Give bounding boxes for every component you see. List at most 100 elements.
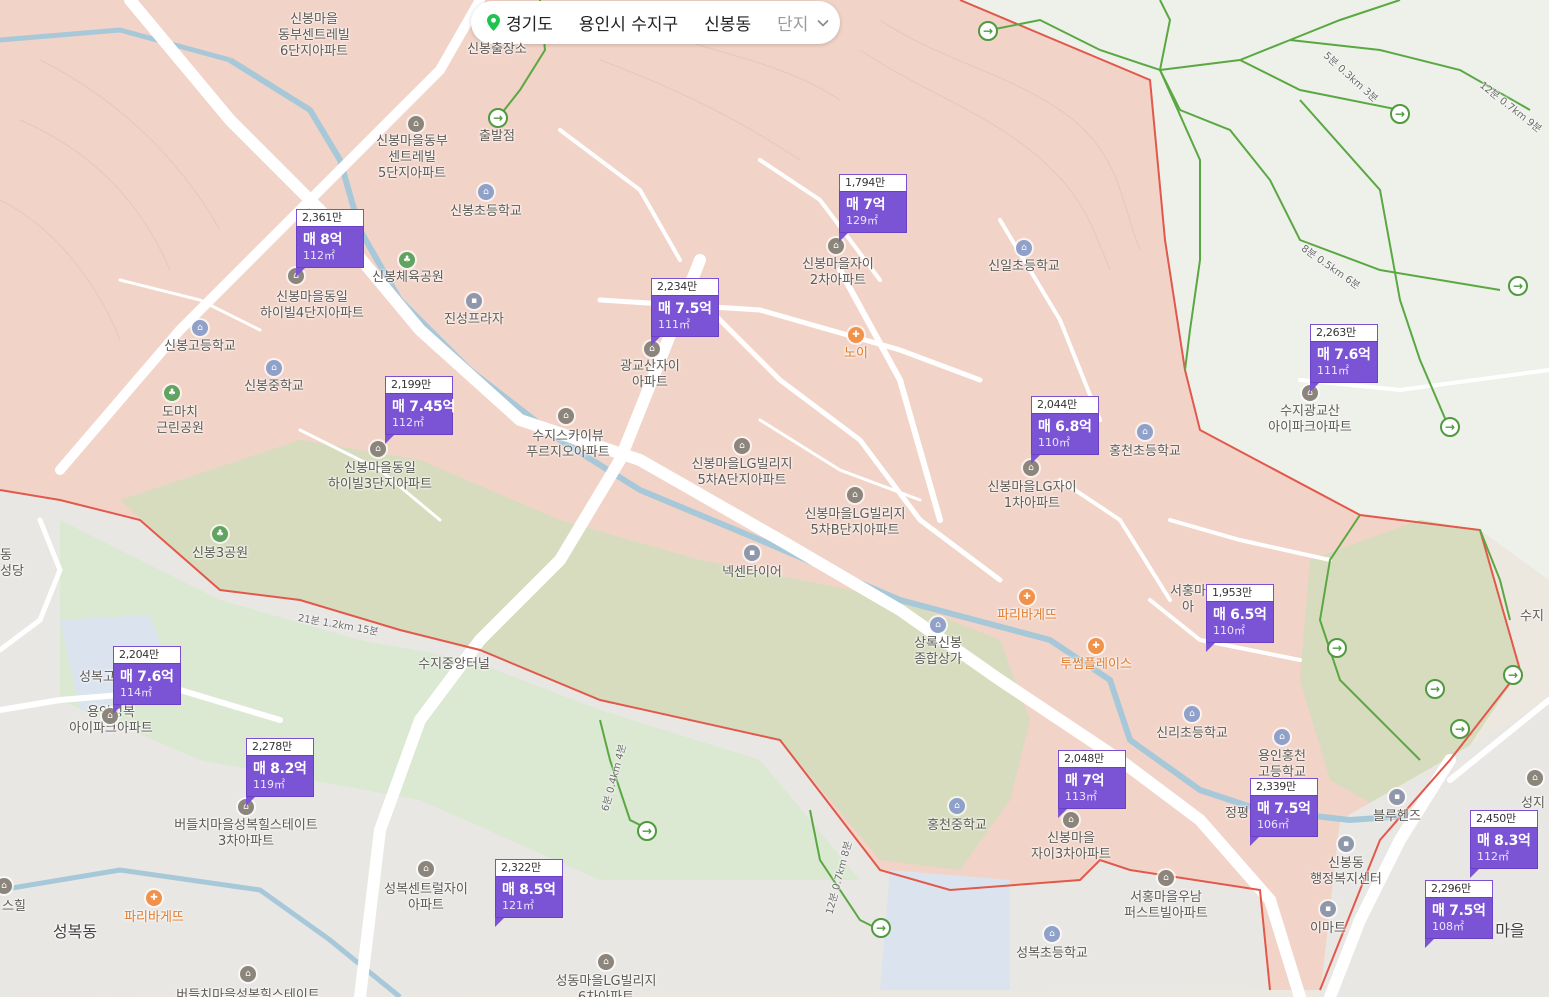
school-icon[interactable]: ⌂ <box>1274 729 1290 745</box>
apartment-icon[interactable]: ⌂ <box>598 954 614 970</box>
map-label[interactable]: 상록신봉 종합상가 <box>914 636 962 668</box>
map-label[interactable]: 신봉마을LG자이 1차아파트 <box>987 480 1076 512</box>
building-icon[interactable]: ▪ <box>1389 789 1405 805</box>
map-label[interactable]: 서홍마을우남 퍼스트빌아파트 <box>1124 890 1208 922</box>
park-icon[interactable]: ♣ <box>399 252 415 268</box>
map-label[interactable]: 진성프라자 <box>444 312 504 328</box>
map-label[interactable]: 신봉마을LG빌리지 5차A단지아파트 <box>691 457 792 489</box>
breadcrumb-level[interactable]: 단지 <box>777 10 808 35</box>
trail-direction-arrow-icon[interactable]: → <box>1425 679 1445 699</box>
restaurant-icon[interactable]: ✚ <box>848 327 864 343</box>
school-icon[interactable]: ⌂ <box>949 798 965 814</box>
apartment-icon[interactable]: ⌂ <box>1158 870 1174 886</box>
apartment-icon[interactable]: ⌂ <box>558 408 574 424</box>
map-label[interactable]: 스힐 <box>2 899 26 915</box>
school-icon[interactable]: ⌂ <box>266 360 282 376</box>
map-label[interactable]: 신봉고등학교 <box>164 339 236 355</box>
school-icon[interactable]: ⌂ <box>1184 706 1200 722</box>
price-marker[interactable]: 1,953만 매 6.5억 110㎡ <box>1206 584 1274 652</box>
map-label[interactable]: 신봉마을 자이3차아파트 <box>1031 831 1111 863</box>
price-marker[interactable]: 2,361만 매 8억 112㎡ <box>296 209 364 277</box>
map-label[interactable]: 도마치 근린공원 <box>156 405 204 437</box>
map-label[interactable]: 신일초등학교 <box>988 259 1060 275</box>
restaurant-icon[interactable]: ✚ <box>146 890 162 906</box>
map-label[interactable]: 수지광교산 아이파크아파트 <box>1268 404 1352 436</box>
chevron-down-icon[interactable] <box>816 16 830 30</box>
map-label[interactable]: 버들치마을성복힐스테이트 3차아파트 <box>174 818 318 850</box>
map-label[interactable]: 파리바게뜨 <box>124 910 184 926</box>
map-label[interactable]: 성복동 <box>53 924 97 940</box>
trail-direction-arrow-icon[interactable]: → <box>1440 417 1460 437</box>
price-marker[interactable]: 2,339만 매 7.5억 106㎡ <box>1250 778 1318 846</box>
price-marker[interactable]: 2,048만 매 7억 113㎡ <box>1058 750 1126 818</box>
breadcrumb-city[interactable]: 용인시 수지구 <box>579 10 678 35</box>
building-icon[interactable]: ▪ <box>1320 901 1336 917</box>
price-marker[interactable]: 2,296만 매 7.5억 108㎡ <box>1425 880 1493 948</box>
map-label[interactable]: 신봉마을동일 하이빌4단지아파트 <box>260 290 364 322</box>
map-label[interactable]: 광교산자이 아파트 <box>620 359 680 391</box>
map-label[interactable]: 수지 <box>1520 609 1544 625</box>
trail-direction-arrow-icon[interactable]: → <box>1450 719 1470 739</box>
school-icon[interactable]: ⌂ <box>1044 926 1060 942</box>
apartment-icon[interactable]: ⌂ <box>408 116 424 132</box>
trail-direction-arrow-icon[interactable]: → <box>1503 665 1523 685</box>
school-icon[interactable]: ⌂ <box>930 617 946 633</box>
map-label[interactable]: 수지스카이뷰 푸르지오아파트 <box>526 429 610 461</box>
apartment-icon[interactable]: ⌂ <box>370 441 386 457</box>
map-label[interactable]: 신봉초등학교 <box>450 204 522 220</box>
price-marker[interactable]: 2,278만 매 8.2억 119㎡ <box>246 738 314 806</box>
map-label[interactable]: 신봉마을동부 센트레빌 5단지아파트 <box>376 134 448 182</box>
map-label[interactable]: 신봉마을자이 2차아파트 <box>802 257 874 289</box>
price-marker[interactable]: 2,044만 매 6.8억 110㎡ <box>1031 396 1099 464</box>
building-icon[interactable]: ▪ <box>744 545 760 561</box>
map-label[interactable]: 성복초등학교 <box>1016 946 1088 962</box>
school-icon[interactable]: ⌂ <box>1016 240 1032 256</box>
trail-direction-arrow-icon[interactable]: → <box>1327 638 1347 658</box>
map-label[interactable]: 홍천초등학교 <box>1109 444 1181 460</box>
map-label[interactable]: 파리바게뜨 <box>997 608 1057 624</box>
breadcrumb-province[interactable]: 경기도 <box>487 10 553 35</box>
map-label[interactable]: 서홍마 아 <box>1170 584 1206 616</box>
school-icon[interactable]: ⌂ <box>1137 424 1153 440</box>
map-label[interactable]: 신봉3공원 <box>192 546 248 562</box>
restaurant-icon[interactable]: ✚ <box>1088 638 1104 654</box>
price-marker[interactable]: 2,234만 매 7.5억 111㎡ <box>651 278 719 346</box>
map-label[interactable]: 신봉마을LG빌리지 5차B단지아파트 <box>804 507 905 539</box>
school-icon[interactable]: ⌂ <box>478 184 494 200</box>
building-icon[interactable]: ▪ <box>466 293 482 309</box>
trail-direction-arrow-icon[interactable]: → <box>1390 104 1410 124</box>
price-marker[interactable]: 2,199만 매 7.45억 112㎡ <box>385 376 455 444</box>
apartment-icon[interactable]: ⌂ <box>418 861 434 877</box>
apartment-icon[interactable]: ⌂ <box>240 966 256 982</box>
breadcrumb-dong[interactable]: 신봉동 <box>704 10 751 35</box>
map-label[interactable]: 신봉중학교 <box>244 379 304 395</box>
trail-direction-arrow-icon[interactable]: → <box>1508 276 1528 296</box>
price-marker[interactable]: 2,204만 매 7.6억 114㎡ <box>113 646 181 714</box>
map-label[interactable]: 신봉마을동일 하이빌3단지아파트 <box>328 461 432 493</box>
map-label[interactable]: 용인홍천 고등학교 <box>1258 749 1306 781</box>
trail-direction-arrow-icon[interactable]: → <box>871 918 891 938</box>
map-label[interactable]: 신봉출장소 <box>467 42 527 58</box>
park-icon[interactable]: ♣ <box>164 385 180 401</box>
price-marker[interactable]: 2,263만 매 7.6억 111㎡ <box>1310 324 1378 392</box>
trail-direction-arrow-icon[interactable]: → <box>978 21 998 41</box>
map-label[interactable]: 신봉동 행정복지센터 <box>1310 856 1382 888</box>
apartment-icon[interactable]: ⌂ <box>734 438 750 454</box>
map-label[interactable]: 버들치마을성복힐스테이트 <box>176 988 320 997</box>
building-icon[interactable]: ▪ <box>1338 836 1354 852</box>
park-icon[interactable]: ♣ <box>212 526 228 542</box>
price-marker[interactable]: 2,322만 매 8.5억 121㎡ <box>495 859 563 927</box>
map-label[interactable]: 블루헨즈 <box>1373 809 1421 825</box>
price-marker[interactable]: 1,794만 매 7억 129㎡ <box>839 174 907 242</box>
map-label[interactable]: 성복고 <box>79 670 115 686</box>
map-label[interactable]: 투썸플레이스 <box>1060 657 1132 673</box>
map-label[interactable]: 마을 <box>1495 923 1524 939</box>
price-marker[interactable]: 2,450만 매 8.3억 112㎡ <box>1470 810 1538 878</box>
map-label[interactable]: 성동마을LG빌리지 6차아파트 <box>555 974 656 997</box>
map-label[interactable]: 노이 <box>844 346 868 362</box>
map-label[interactable]: 홍천중학교 <box>927 818 987 834</box>
map-label[interactable]: 출발점 <box>479 129 515 145</box>
map-label[interactable]: 신리초등학교 <box>1156 726 1228 742</box>
school-icon[interactable]: ⌂ <box>192 320 208 336</box>
map-label[interactable]: 신봉체육공원 <box>372 270 444 286</box>
